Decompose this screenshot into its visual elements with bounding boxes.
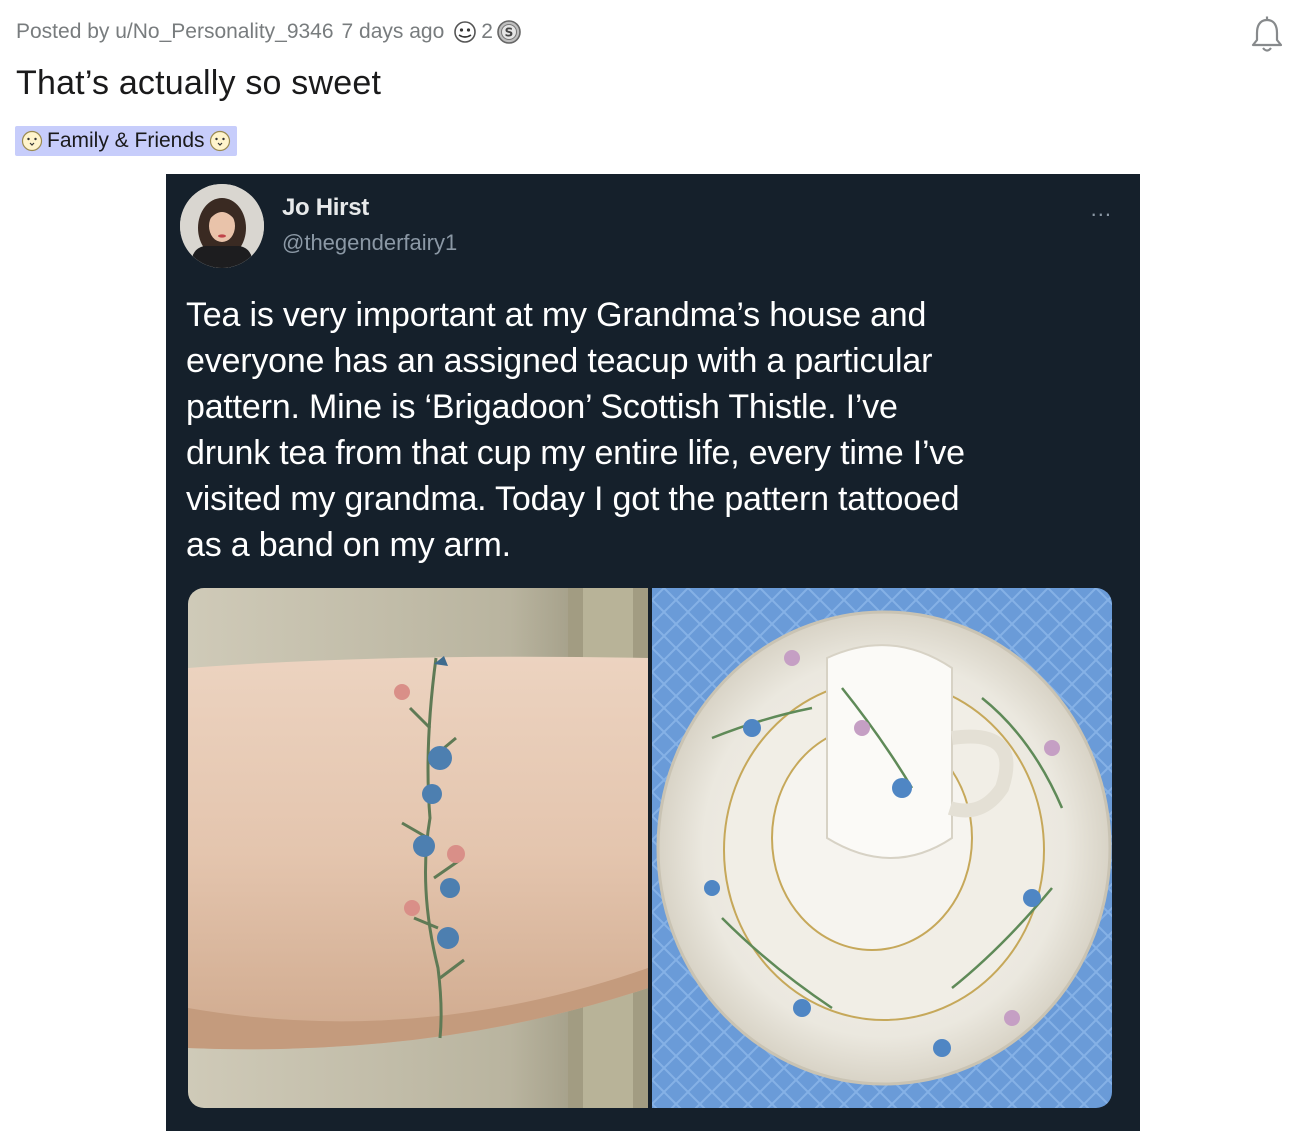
avatar — [180, 184, 264, 268]
teacup-photo — [652, 588, 1112, 1108]
more-options-icon[interactable]: ... — [1091, 198, 1112, 220]
smiling-face-emoji-icon — [209, 130, 230, 152]
bell-icon[interactable] — [1248, 14, 1286, 54]
awards[interactable]: 2 S — [452, 19, 522, 45]
post-age: 7 days ago — [341, 20, 445, 43]
tweet-screenshot[interactable]: Jo Hirst @thegenderfairy1 ... Tea is ver… — [166, 174, 1140, 1131]
helpful-award-icon — [454, 21, 477, 43]
tweet-text: Tea is very important at my Grandma’s ho… — [186, 296, 965, 564]
flair-label: Family & Friends — [47, 129, 205, 152]
tattoo-photo — [188, 588, 648, 1108]
post-title[interactable]: That’s actually so sweet — [16, 64, 381, 103]
smiling-face-emoji-icon — [21, 130, 43, 152]
silver-coin-icon: S — [497, 20, 521, 44]
tweet-author-handle: @thegenderfairy1 — [282, 230, 458, 255]
svg-text:S: S — [505, 26, 514, 40]
award-count: 2 — [481, 20, 493, 43]
post-flair[interactable]: Family & Friends — [15, 126, 237, 156]
tweet-author-name: Jo Hirst — [282, 194, 369, 221]
tweet-media — [188, 588, 1112, 1108]
post-meta: Posted by u/No_Personality_9346 7 days a… — [16, 16, 522, 48]
posted-by-link[interactable]: Posted by u/No_Personality_9346 — [16, 20, 334, 44]
